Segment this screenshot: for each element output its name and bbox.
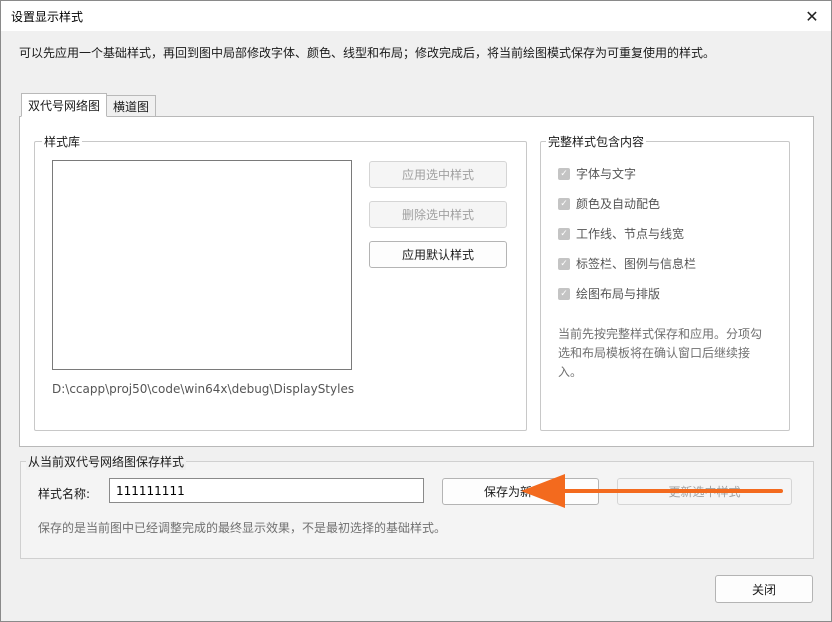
title-bar: 设置显示样式 ✕ [1, 1, 831, 31]
checkbox-checked-icon: ✓ [558, 257, 570, 270]
style-name-label: 样式名称: [38, 487, 91, 501]
check-label: 绘图布局与排版 [576, 287, 661, 301]
tab-network-diagram[interactable]: 双代号网络图 [21, 93, 108, 117]
tab-label: 双代号网络图 [28, 98, 101, 113]
full-style-note: 当前先按完整样式保存和应用。分项勾选和布局模板将在确认窗口后继续接入。 [558, 327, 763, 379]
tab-label: 横道图 [113, 99, 150, 114]
save-note: 保存的是当前图中已经调整完成的最终显示效果，不是最初选择的基础样式。 [38, 521, 447, 535]
close-icon[interactable]: ✕ [801, 5, 823, 27]
save-style-title: 从当前双代号网络图保存样式 [26, 453, 187, 470]
check-item-layout[interactable]: ✓ 绘图布局与排版 [558, 285, 660, 302]
checkbox-checked-icon: ✓ [558, 287, 570, 300]
close-button[interactable]: 关闭 [715, 575, 813, 603]
styles-path: D:\ccapp\proj50\code\win64x\debug\Displa… [52, 382, 355, 396]
check-item-lines[interactable]: ✓ 工作线、节点与线宽 [558, 225, 684, 242]
style-name-input[interactable] [109, 478, 424, 503]
check-label: 颜色及自动配色 [576, 197, 661, 211]
tab-bar-chart[interactable]: 横道图 [106, 95, 157, 117]
checkbox-checked-icon: ✓ [558, 227, 570, 240]
apply-default-button[interactable]: 应用默认样式 [369, 241, 507, 268]
check-label: 工作线、节点与线宽 [576, 227, 685, 241]
intro-text: 可以先应用一个基础样式，再回到图中局部修改字体、颜色、线型和布局；修改完成后，将… [19, 46, 716, 60]
check-item-labels[interactable]: ✓ 标签栏、图例与信息栏 [558, 255, 696, 272]
check-item-color[interactable]: ✓ 颜色及自动配色 [558, 195, 660, 212]
checkbox-checked-icon: ✓ [558, 167, 570, 180]
full-style-label: 完整样式包含内容 [546, 133, 647, 150]
check-label: 标签栏、图例与信息栏 [576, 257, 697, 271]
dialog-window: 设置显示样式 ✕ 可以先应用一个基础样式，再回到图中局部修改字体、颜色、线型和布… [0, 0, 832, 622]
delete-selected-button[interactable]: 删除选中样式 [369, 201, 507, 228]
style-list[interactable] [52, 160, 352, 370]
checkbox-checked-icon: ✓ [558, 197, 570, 210]
window-title: 设置显示样式 [11, 10, 84, 24]
apply-selected-button[interactable]: 应用选中样式 [369, 161, 507, 188]
arrow-left-icon [521, 474, 783, 508]
check-item-font[interactable]: ✓ 字体与文字 [558, 165, 636, 182]
check-label: 字体与文字 [576, 167, 637, 181]
style-library-label: 样式库 [42, 133, 83, 150]
